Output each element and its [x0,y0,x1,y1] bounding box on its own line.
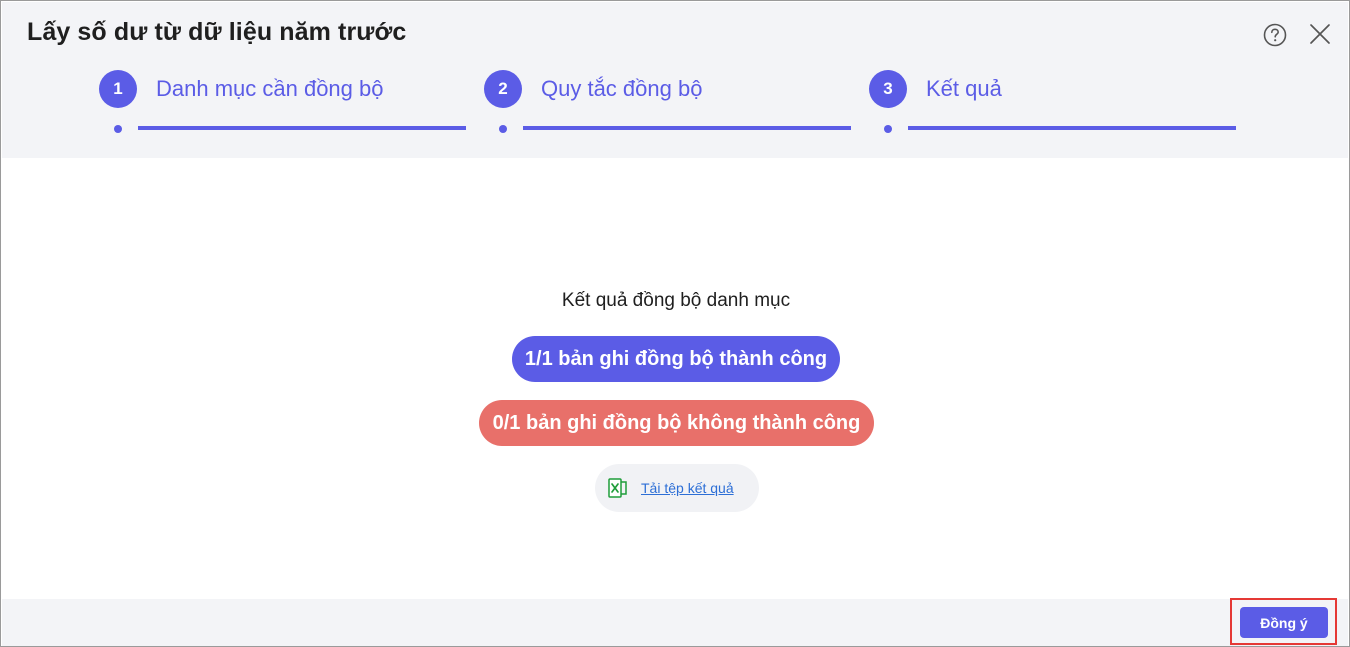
step-number: 1 [99,70,137,108]
step-number: 3 [869,70,907,108]
step-label: Quy tắc đồng bộ [541,76,703,101]
help-button[interactable] [1262,22,1288,48]
ok-button[interactable]: Đồng ý [1240,607,1328,638]
step-3: 3 Kết quả [869,70,1239,134]
result-heading: Kết quả đồng bộ danh mục [561,290,791,311]
dialog-header: Lấy số dư từ dữ liệu năm trước 1 Danh mụ… [2,2,1348,158]
close-button[interactable] [1307,21,1333,47]
sync-dialog: Lấy số dư từ dữ liệu năm trước 1 Danh mụ… [0,0,1350,647]
dialog-title: Lấy số dư từ dữ liệu năm trước [27,18,407,46]
help-circle-icon [1263,23,1287,47]
step-label: Danh mục cần đồng bộ [156,76,384,101]
success-count-badge: 1/1 bản ghi đồng bộ thành công [512,336,840,382]
excel-file-icon [608,478,627,498]
step-progress-bar [908,126,1236,130]
download-result-button[interactable]: Tải tệp kết quả [595,464,759,512]
step-dot [114,125,122,133]
step-1: 1 Danh mục cần đồng bộ [99,70,469,134]
step-2: 2 Quy tắc đồng bộ [484,70,854,134]
step-number: 2 [484,70,522,108]
download-result-link[interactable]: Tải tệp kết quả [641,480,734,496]
step-dot [499,125,507,133]
dialog-footer [2,599,1348,646]
close-icon [1310,24,1330,44]
step-progress-bar [138,126,466,130]
step-label: Kết quả [926,76,1002,101]
fail-count-badge: 0/1 bản ghi đồng bộ không thành công [479,400,874,446]
step-progress-bar [523,126,851,130]
step-dot [884,125,892,133]
